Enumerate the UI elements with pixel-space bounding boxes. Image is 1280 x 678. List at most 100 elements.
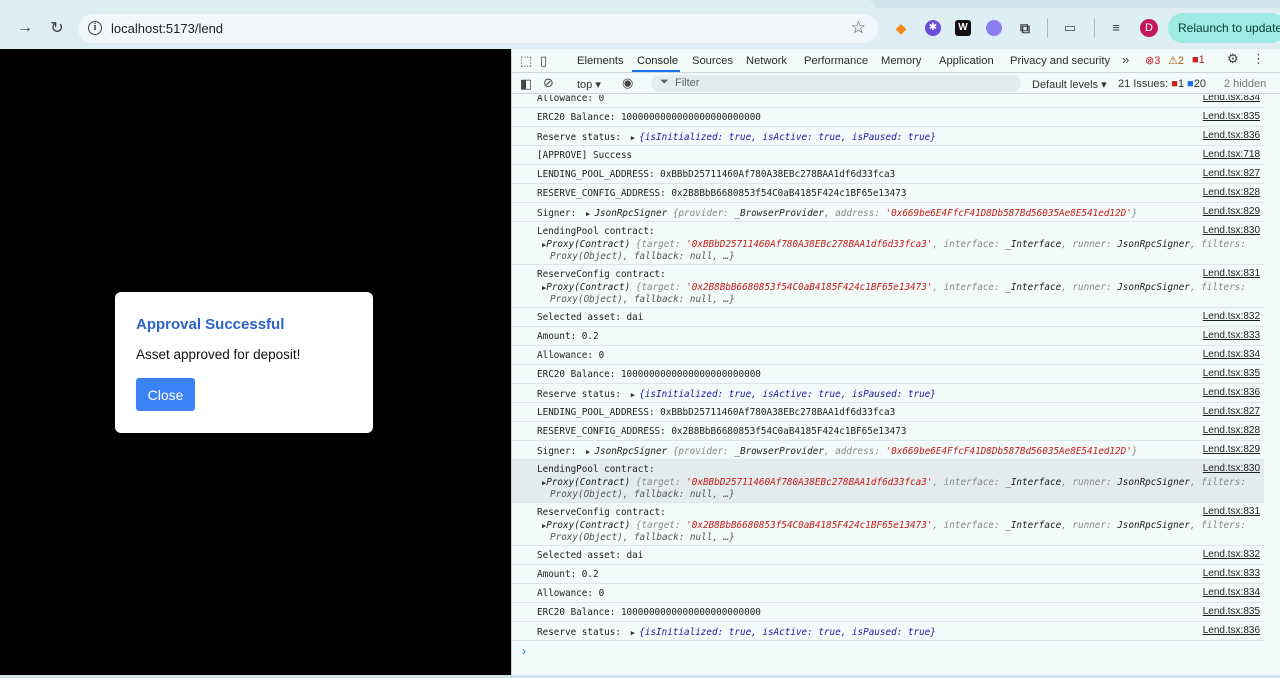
- tab-sources[interactable]: Sources: [692, 55, 733, 67]
- context-select[interactable]: top ▾: [577, 78, 601, 91]
- contract-proxy-line[interactable]: ▶Proxy(Contract) {target: '0xBBbD2571146…: [542, 477, 1246, 488]
- source-link[interactable]: Lend.tsx:835: [1203, 368, 1260, 379]
- tab-memory[interactable]: Memory: [881, 55, 921, 67]
- settings-gear-icon[interactable]: ⚙: [1227, 51, 1239, 67]
- contract-proxy-line[interactable]: ▶Proxy(Contract) {target: '0x2B8BbB66808…: [542, 520, 1246, 531]
- source-link[interactable]: Lend.tsx:836: [1203, 130, 1260, 141]
- expand-triangle-icon[interactable]: ▶: [627, 134, 640, 142]
- tab-elements[interactable]: Elements: [577, 55, 624, 67]
- reserve-status-object[interactable]: {isInitialized: true, isActive: true, is…: [639, 132, 936, 143]
- console-row: Reserve status: ▶ {isInitialized: true, …: [512, 384, 1264, 403]
- source-link[interactable]: Lend.tsx:827: [1203, 406, 1260, 417]
- console-row: Reserve status: ▶ {isInitialized: true, …: [512, 622, 1264, 641]
- source-link[interactable]: Lend.tsx:832: [1203, 549, 1260, 560]
- console-message: ERC20 Balance: 1000000000000000000000000: [537, 607, 761, 618]
- expand-triangle-icon[interactable]: ▶: [627, 391, 640, 399]
- error-count-badge[interactable]: ⊗3: [1145, 54, 1160, 67]
- forward-icon[interactable]: →: [14, 17, 36, 39]
- wordtune-icon[interactable]: W: [955, 20, 971, 36]
- console-message: Reserve status: ▶ {isInitialized: true, …: [537, 627, 936, 638]
- warning-count: 2: [1177, 55, 1184, 67]
- console-row: Allowance: 0 Lend.tsx:834: [512, 95, 1264, 108]
- tab-privacy-security[interactable]: Privacy and security: [1010, 55, 1110, 67]
- source-link[interactable]: Lend.tsx:832: [1203, 311, 1260, 322]
- relaunch-to-update-button[interactable]: Relaunch to update: [1168, 13, 1280, 43]
- console-message: Amount: 0.2: [537, 569, 599, 580]
- media-router-icon[interactable]: ▭: [1062, 20, 1078, 36]
- contract-proxy-line-2: Proxy(Object), fallback: null, …}: [550, 489, 735, 500]
- console-prompt[interactable]: ›: [522, 644, 526, 658]
- clear-console-icon[interactable]: ⊘: [543, 75, 554, 91]
- warning-count-badge[interactable]: ⚠2: [1168, 54, 1184, 67]
- active-tab-shape: [0, 0, 875, 8]
- tab-application[interactable]: Application: [939, 55, 994, 67]
- expand-triangle-icon[interactable]: ▶: [582, 210, 595, 218]
- profile-avatar[interactable]: D: [1140, 19, 1158, 37]
- reserve-status-object[interactable]: {isInitialized: true, isActive: true, is…: [639, 389, 936, 400]
- address-bar[interactable]: i localhost:5173/lend ☆: [78, 14, 878, 43]
- close-button[interactable]: Close: [136, 378, 195, 411]
- bookmark-star-icon[interactable]: ☆: [851, 18, 866, 38]
- source-link[interactable]: Lend.tsx:829: [1203, 206, 1260, 217]
- source-link[interactable]: Lend.tsx:830: [1203, 225, 1260, 236]
- issue-count-badge[interactable]: ■1: [1192, 54, 1205, 66]
- console-log-area[interactable]: Allowance: 0 Lend.tsx:834 ERC20 Balance: 1…: [512, 95, 1280, 675]
- signer-object[interactable]: {provider: _BrowserProvider, address: '0…: [667, 208, 1138, 219]
- expand-triangle-icon[interactable]: ▶: [582, 448, 595, 456]
- source-link[interactable]: Lend.tsx:835: [1203, 606, 1260, 617]
- sidebar-toggle-icon[interactable]: ◧: [520, 76, 532, 92]
- device-toolbar-icon[interactable]: ▯: [540, 53, 547, 69]
- extensions-puzzle-icon[interactable]: ⧉: [1017, 20, 1033, 36]
- live-expression-eye-icon[interactable]: ◉: [622, 75, 633, 91]
- source-link[interactable]: Lend.tsx:827: [1203, 168, 1260, 179]
- log-label: Reserve status:: [537, 627, 627, 638]
- signer-object[interactable]: {provider: _BrowserProvider, address: '0…: [667, 446, 1138, 457]
- extension-purple-icon[interactable]: ✱: [925, 20, 941, 36]
- console-row: Allowance: 0 Lend.tsx:834: [512, 346, 1264, 365]
- source-link[interactable]: Lend.tsx:831: [1203, 506, 1260, 517]
- reload-icon[interactable]: ↻: [46, 17, 68, 39]
- contract-proxy-line[interactable]: ▶Proxy(Contract) {target: '0x2B8BbB66808…: [542, 282, 1246, 293]
- toolbar-divider: [1094, 18, 1095, 38]
- source-link[interactable]: Lend.tsx:835: [1203, 111, 1260, 122]
- console-message: ERC20 Balance: 1000000000000000000000000: [537, 369, 761, 380]
- console-row: ▶Proxy(Contract) {target: '0x2B8BbB66808…: [512, 265, 1264, 308]
- source-link[interactable]: Lend.tsx:830: [1203, 463, 1260, 474]
- signer-class[interactable]: JsonRpcSigner: [594, 446, 667, 457]
- issues-info-count: 20: [1193, 78, 1206, 90]
- more-tabs-icon[interactable]: »: [1122, 52, 1129, 67]
- source-link[interactable]: Lend.tsx:829: [1203, 444, 1260, 455]
- source-link[interactable]: Lend.tsx:833: [1203, 330, 1260, 341]
- source-link[interactable]: Lend.tsx:834: [1203, 95, 1260, 103]
- inspect-element-icon[interactable]: ⬚: [520, 53, 532, 69]
- tab-strip: [0, 0, 1280, 8]
- reading-list-icon[interactable]: ≡: [1108, 20, 1124, 36]
- site-info-icon[interactable]: i: [88, 21, 102, 35]
- reserve-status-object[interactable]: {isInitialized: true, isActive: true, is…: [639, 627, 936, 638]
- source-link[interactable]: Lend.tsx:836: [1203, 387, 1260, 398]
- tab-console[interactable]: Console: [637, 55, 678, 67]
- modal-message: Asset approved for deposit!: [136, 347, 301, 362]
- log-levels-select[interactable]: Default levels ▾: [1032, 78, 1107, 91]
- console-row: Selected asset: dai Lend.tsx:832: [512, 308, 1264, 327]
- expand-triangle-icon[interactable]: ▶: [627, 629, 640, 637]
- source-link[interactable]: Lend.tsx:718: [1203, 149, 1260, 160]
- source-link[interactable]: Lend.tsx:828: [1203, 425, 1260, 436]
- source-link[interactable]: Lend.tsx:833: [1203, 568, 1260, 579]
- more-options-icon[interactable]: ⋮: [1252, 51, 1265, 67]
- console-row: ▶Proxy(Contract) {target: '0xBBbD2571146…: [512, 222, 1264, 265]
- tab-performance[interactable]: Performance: [804, 55, 868, 67]
- source-link[interactable]: Lend.tsx:828: [1203, 187, 1260, 198]
- source-link[interactable]: Lend.tsx:834: [1203, 587, 1260, 598]
- signer-class[interactable]: JsonRpcSigner: [594, 208, 667, 219]
- contract-proxy-line[interactable]: ▶Proxy(Contract) {target: '0xBBbD2571146…: [542, 239, 1246, 250]
- metamask-icon[interactable]: ◆: [893, 20, 909, 36]
- source-link[interactable]: Lend.tsx:834: [1203, 349, 1260, 360]
- extension-cloud-icon[interactable]: [986, 20, 1002, 36]
- log-label: Signer:: [537, 446, 582, 457]
- source-link[interactable]: Lend.tsx:831: [1203, 268, 1260, 279]
- source-link[interactable]: Lend.tsx:836: [1203, 625, 1260, 636]
- issues-button[interactable]: 21 Issues: ■1 ■20: [1118, 78, 1206, 90]
- tab-network[interactable]: Network: [746, 55, 787, 67]
- console-filter-input[interactable]: ⏷ Filter: [651, 75, 1021, 92]
